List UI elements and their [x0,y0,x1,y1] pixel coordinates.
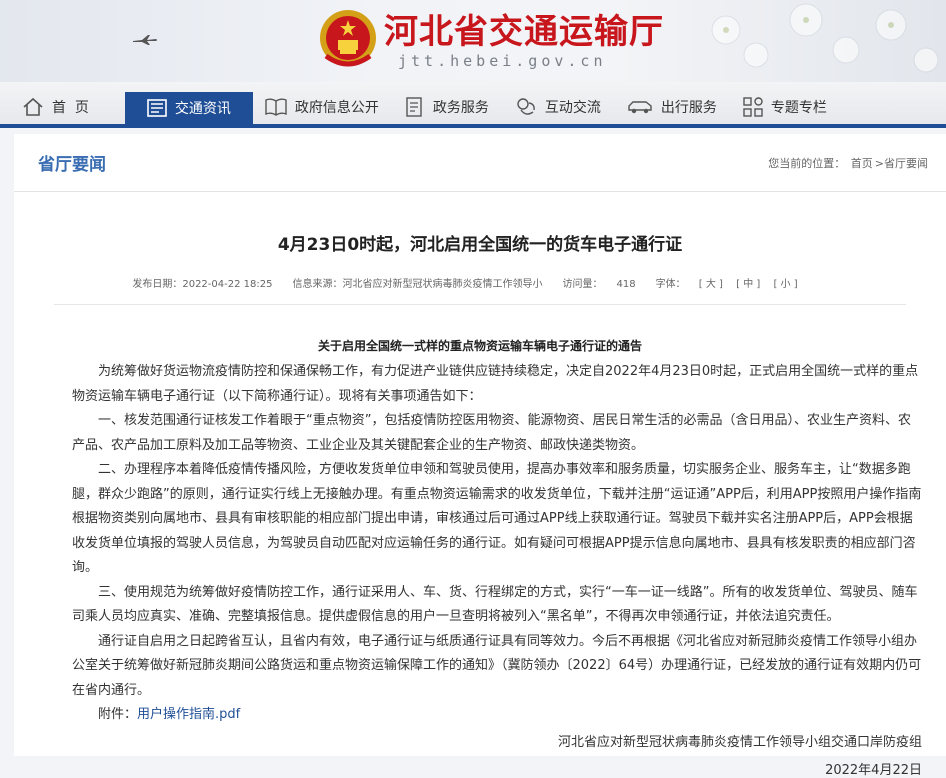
content-panel: 省厅要闻 您当前的位置： 首页 >省厅要闻 4月23日0时起，河北启用全国统一的货… [14,134,946,778]
nav-item-interaction[interactable]: 互动交流 [511,90,617,124]
site-url: jtt.hebei.gov.cn [398,52,607,70]
airplane-icon [133,35,157,45]
body-paragraph: 三、使用规范为统筹做好疫情防控工作，通行证采用人、车、货、行程绑定的方式，实行“… [72,584,918,625]
section-header: 省厅要闻 您当前的位置： 首页 >省厅要闻 [14,134,946,192]
breadcrumb-home-link[interactable]: 首页 [851,157,873,170]
news-icon [147,99,167,117]
breadcrumb-prefix: 您当前的位置： [768,156,846,170]
breadcrumb: 您当前的位置： 首页 >省厅要闻 [766,155,928,171]
nav-item-home[interactable]: 首 页 [18,90,105,124]
signature-date: 2022年4月22日 [825,763,922,778]
site-banner: 河北省交通运输厅 jtt.hebei.gov.cn [0,0,946,82]
publish-date: 发布日期：2022-04-22 18:25 [132,279,273,290]
national-emblem-icon [320,10,376,67]
book-icon [265,98,287,116]
visit-count: 访问量： 418 [562,279,636,290]
breadcrumb-current[interactable]: >省厅要闻 [875,157,928,170]
nav-item-gov-info[interactable]: 政府信息公开 [261,90,395,124]
font-small-button[interactable]: [ 小 ] [773,279,797,290]
font-medium-button[interactable]: [ 中 ] [736,279,760,290]
body-paragraph: 二、办理程序本着降低疫情传播风险，方便收发货单位申领和驾驶员使用，提高办事效率和… [72,462,922,575]
chat-icon [517,98,535,115]
nav-item-special-topics[interactable]: 专题专栏 [739,90,843,124]
info-source: 信息来源：河北省应对新型冠状病毒肺炎疫情工作领导小 [292,279,543,290]
body-paragraph: 通行证自启用之日起跨省互认，且省内有效，电子通行证与纸质通行证具有同等效力。今后… [72,633,922,698]
nav-item-traffic-news[interactable]: 交通资讯 [124,92,253,124]
article-title: 4月23日0时起，河北启用全国统一的货车电子通行证 [277,235,683,255]
main-nav: 首 页 交通资讯 政府信息公开 政务服务 互动交流 出行服务 专题专栏 [0,82,946,128]
article-meta: 发布日期：2022-04-22 18:25 信息来源：河北省应对新型冠状病毒肺炎… [54,275,906,305]
site-name: 河北省交通运输厅 [384,12,664,52]
flower-decoration [711,3,939,73]
signature: 河北省应对新型冠状病毒肺炎疫情工作领导小组交通口岸防疫组 [557,735,922,750]
body-paragraph: 一、核发范围通行证核发工作着眼于“重点物资”，包括疫情防控医用物资、能源物资、居… [72,413,911,453]
font-large-button[interactable]: [ 大 ] [699,279,723,290]
home-icon [23,97,43,116]
font-size-controls: 字体： [ 大 ] [ 中 ] [ 小 ] [655,279,798,290]
car-icon [628,101,652,114]
section-title: 省厅要闻 [38,155,106,175]
nav-item-travel-service[interactable]: 出行服务 [623,90,733,124]
body-paragraph: 为统筹做好货运物流疫情防控和保通保畅工作，有力促进产业链供应链持续稳定，决定自2… [72,364,919,404]
notice-heading: 关于启用全国统一式样的重点物资运输车辆电子通行证的通告 [317,339,642,353]
document-icon [406,97,422,117]
attachment-line: 附件：用户操作指南.pdf [98,707,241,722]
grid-icon [743,97,763,117]
nav-item-gov-service[interactable]: 政务服务 [401,90,505,124]
attachment-link[interactable]: 用户操作指南.pdf [137,707,240,722]
